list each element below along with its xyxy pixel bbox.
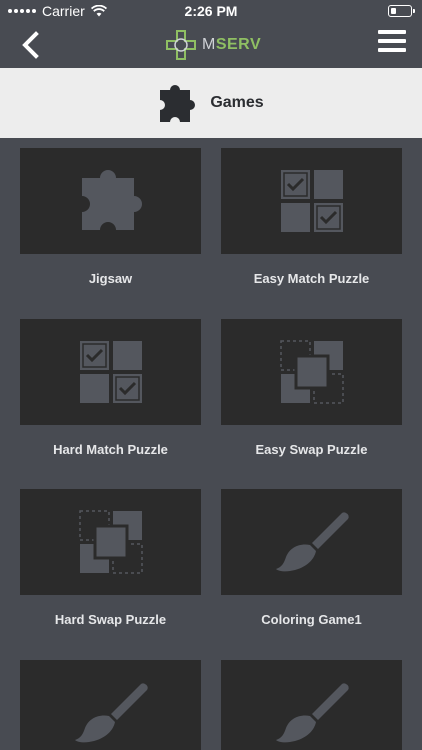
game-tile-coloring-2[interactable] [20, 660, 201, 750]
back-button[interactable] [16, 30, 46, 60]
section-title: Games [210, 94, 264, 111]
game-tile-coloring-1[interactable]: Coloring Game1 [221, 489, 402, 632]
game-tile-easy-match[interactable]: Easy Match Puzzle [221, 148, 402, 291]
game-thumbnail[interactable] [20, 319, 201, 425]
game-thumbnail[interactable] [20, 148, 201, 254]
nav-bar: MSERV [0, 22, 422, 68]
game-label: Hard Swap Puzzle [54, 612, 167, 627]
cross-logo-icon [166, 30, 196, 60]
logo-text: MSERV [202, 36, 261, 54]
logo-prefix: M [202, 36, 216, 53]
game-thumbnail[interactable] [20, 660, 201, 750]
paint-brush-icon [275, 512, 349, 572]
game-tile-hard-swap[interactable]: Hard Swap Puzzle [20, 489, 201, 632]
game-thumbnail[interactable] [221, 148, 402, 254]
section-header: Games [0, 68, 422, 138]
game-tile-coloring-3[interactable] [221, 660, 402, 750]
game-thumbnail[interactable] [221, 319, 402, 425]
menu-button[interactable] [378, 30, 408, 58]
game-tile-easy-swap[interactable]: Easy Swap Puzzle [221, 319, 402, 462]
game-tile-jigsaw[interactable]: Jigsaw [20, 148, 201, 291]
swap-puzzle-icon [78, 510, 143, 574]
game-label: Coloring Game1 [261, 612, 362, 627]
app-logo: MSERV [164, 28, 261, 62]
game-thumbnail[interactable] [20, 489, 201, 595]
game-thumbnail[interactable] [221, 660, 402, 750]
puzzle-icon [160, 85, 196, 122]
chevron-left-icon [22, 31, 39, 59]
game-label: Easy Match Puzzle [253, 271, 370, 286]
battery-icon [388, 5, 415, 17]
game-label: Jigsaw [88, 271, 133, 286]
match-puzzle-icon [280, 170, 343, 232]
game-label: Hard Match Puzzle [53, 442, 168, 457]
game-thumbnail[interactable] [221, 489, 402, 595]
swap-puzzle-icon [279, 340, 344, 404]
status-bar: Carrier 2:26 PM [0, 0, 422, 22]
jigsaw-puzzle-icon [81, 170, 142, 230]
status-time: 2:26 PM [184, 3, 238, 19]
paint-brush-icon [74, 683, 148, 743]
game-tile-hard-match[interactable]: Hard Match Puzzle [20, 319, 201, 462]
logo-suffix: SERV [215, 36, 262, 53]
game-label: Easy Swap Puzzle [255, 442, 368, 457]
match-puzzle-icon [79, 341, 142, 403]
paint-brush-icon [275, 683, 349, 743]
